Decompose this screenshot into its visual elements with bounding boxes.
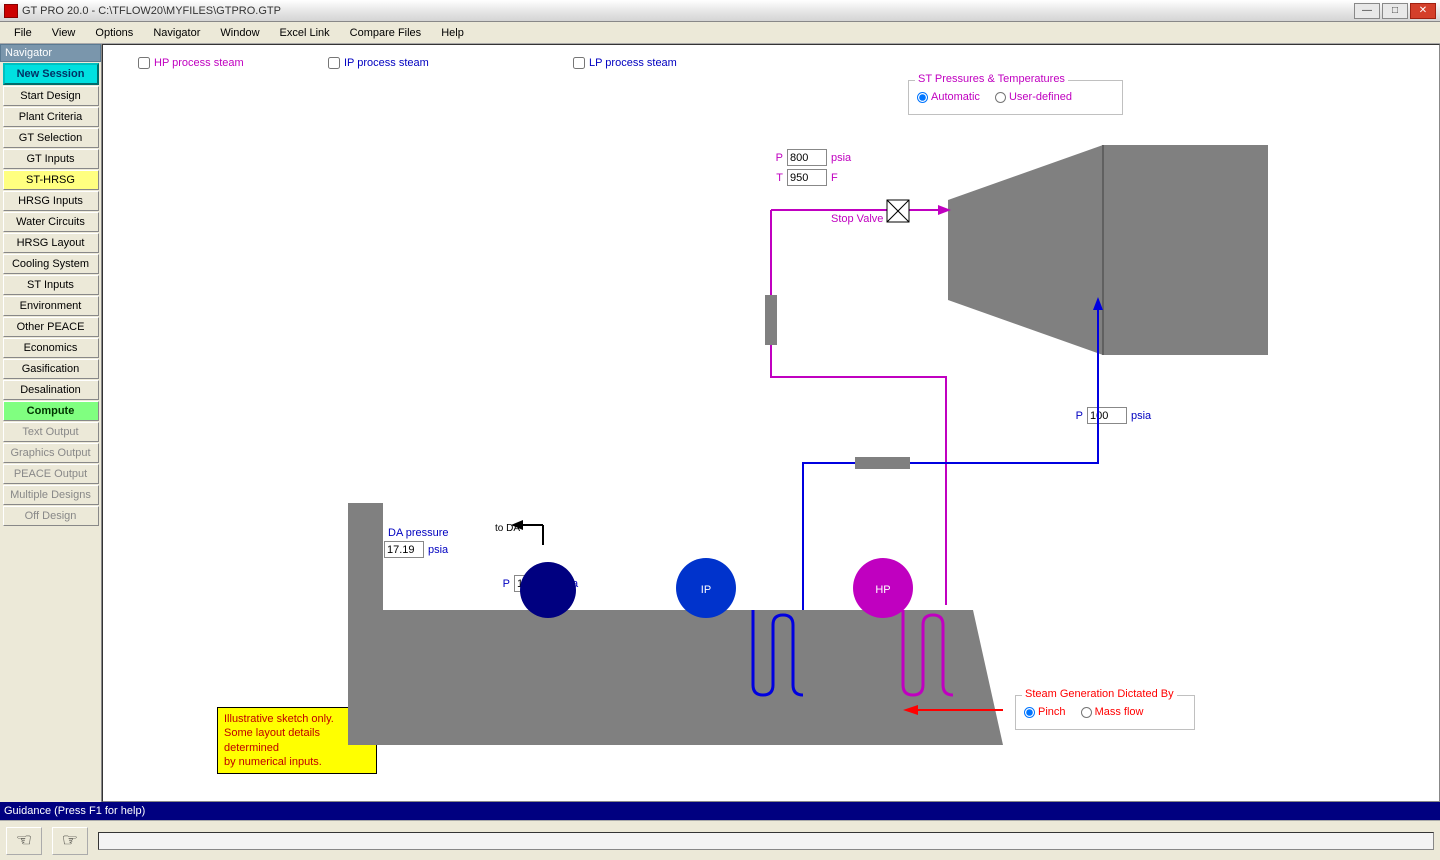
ip-process-checkbox[interactable] [328,57,340,69]
nav-gasification[interactable]: Gasification [3,359,99,379]
ips-exit-input[interactable] [724,715,764,732]
diagram-canvas: HP process steam IP process steam LP pro… [102,44,1440,802]
app-icon [4,4,18,18]
st-pressures-group: ST Pressures & Temperatures Automatic Us… [908,80,1123,115]
nav-peace-output[interactable]: PEACE Output [3,464,99,484]
minimize-button[interactable]: — [1354,3,1380,19]
radio-pinch[interactable]: Pinch [1024,706,1066,718]
nav-graphics-output[interactable]: Graphics Output [3,443,99,463]
navigator-panel: Navigator New Session Start Design Plant… [0,44,102,802]
da-configuration-select[interactable]: Integral DA/LPB [383,651,503,669]
da-pressure-input[interactable] [384,541,424,558]
nav-cooling-system[interactable]: Cooling System [3,254,99,274]
menu-view[interactable]: View [42,25,86,41]
lp-process-steam-check[interactable]: LP process steam [573,57,677,69]
nav-text-output[interactable]: Text Output [3,422,99,442]
radio-user-defined[interactable]: User-defined [995,91,1072,103]
nav-other-peace[interactable]: Other PEACE [3,317,99,337]
nav-off-design[interactable]: Off Design [3,506,99,526]
turbine-lp-icon [1103,145,1268,355]
ips-exit-row: F [724,715,775,732]
ip-coil-icon [753,610,803,695]
exhaust-temperature: 992.1 F [953,735,990,747]
nav-environment[interactable]: Environment [3,296,99,316]
nav-desalination[interactable]: Desalination [3,380,99,400]
temperature-main-input[interactable] [787,169,827,186]
menu-excel-link[interactable]: Excel Link [270,25,340,41]
nav-plant-criteria[interactable]: Plant Criteria [3,107,99,127]
ip-drum-icon [676,558,736,618]
lp-process-checkbox[interactable] [573,57,585,69]
navigator-header: Navigator [0,44,101,62]
steam-gen-group: Steam Generation Dictated By Pinch Mass … [1015,695,1195,730]
nav-hrsg-inputs[interactable]: HRSG Inputs [3,191,99,211]
stop-valve-label: Stop Valve [831,213,883,225]
compute-button[interactable]: Compute [3,401,99,421]
menu-options[interactable]: Options [85,25,143,41]
menubar: File View Options Navigator Window Excel… [0,22,1440,44]
hp-process-checkbox[interactable] [138,57,150,69]
close-button[interactable]: ✕ [1410,3,1436,19]
to-da-label: to DA [495,523,520,534]
pressure-da-input[interactable] [514,575,554,592]
da-pressure-row: psia [384,541,448,558]
nav-st-inputs[interactable]: ST Inputs [3,275,99,295]
menu-window[interactable]: Window [210,25,269,41]
nav-st-hrsg[interactable]: ST-HRSG [3,170,99,190]
prev-hand-button[interactable]: ☜ [6,827,42,855]
steam-gen-legend: Steam Generation Dictated By [1022,688,1177,700]
pressure-main-row: P psia [771,149,851,166]
maximize-button[interactable]: □ [1382,3,1408,19]
menu-navigator[interactable]: Navigator [143,25,210,41]
hp-drum-icon [853,558,913,618]
turbine-hp-icon [948,145,1103,355]
nav-gt-inputs[interactable]: GT Inputs [3,149,99,169]
ip-drum-label: IP [701,584,711,596]
ips-exit-label: IPS exit [728,701,766,713]
nav-hrsg-layout[interactable]: HRSG Layout [3,233,99,253]
window-title: GT PRO 20.0 - C:\TFLOW20\MYFILES\GTPRO.G… [22,5,1354,17]
nav-economics[interactable]: Economics [3,338,99,358]
menu-file[interactable]: File [4,25,42,41]
nav-multiple-designs[interactable]: Multiple Designs [3,485,99,505]
guidance-bar: Guidance (Press F1 for help) [0,802,1440,820]
pressure-ip-input[interactable] [1087,407,1127,424]
hp-coil-icon [903,610,953,695]
nav-start-design[interactable]: Start Design [3,86,99,106]
da-configuration-label: DA configuration [383,637,464,649]
da-pressure-label: DA pressure [388,527,449,539]
pressure-da-row: P psia [498,575,578,592]
radio-automatic[interactable]: Automatic [917,91,980,103]
hp-drum-label: HP [875,584,890,596]
pressure-main-input[interactable] [787,149,827,166]
nav-water-circuits[interactable]: Water Circuits [3,212,99,232]
st-pressures-legend: ST Pressures & Temperatures [915,73,1068,85]
nav-gt-selection[interactable]: GT Selection [3,128,99,148]
menu-help[interactable]: Help [431,25,474,41]
new-session-button[interactable]: New Session [3,63,99,85]
hp-process-steam-check[interactable]: HP process steam [138,57,244,69]
bottom-toolbar: ☜ ☞ [0,820,1440,860]
titlebar: GT PRO 20.0 - C:\TFLOW20\MYFILES\GTPRO.G… [0,0,1440,22]
pressure-ip-row: P psia [1071,407,1151,424]
horizontal-scrollbar[interactable] [98,832,1434,850]
next-hand-button[interactable]: ☞ [52,827,88,855]
temperature-main-row: T F [771,169,838,186]
illustrative-note: Illustrative sketch only. Some layout de… [217,707,377,774]
ip-process-steam-check[interactable]: IP process steam [328,57,429,69]
menu-compare-files[interactable]: Compare Files [340,25,432,41]
radio-mass-flow[interactable]: Mass flow [1081,706,1144,718]
hrsg-casing-icon [348,503,1003,745]
